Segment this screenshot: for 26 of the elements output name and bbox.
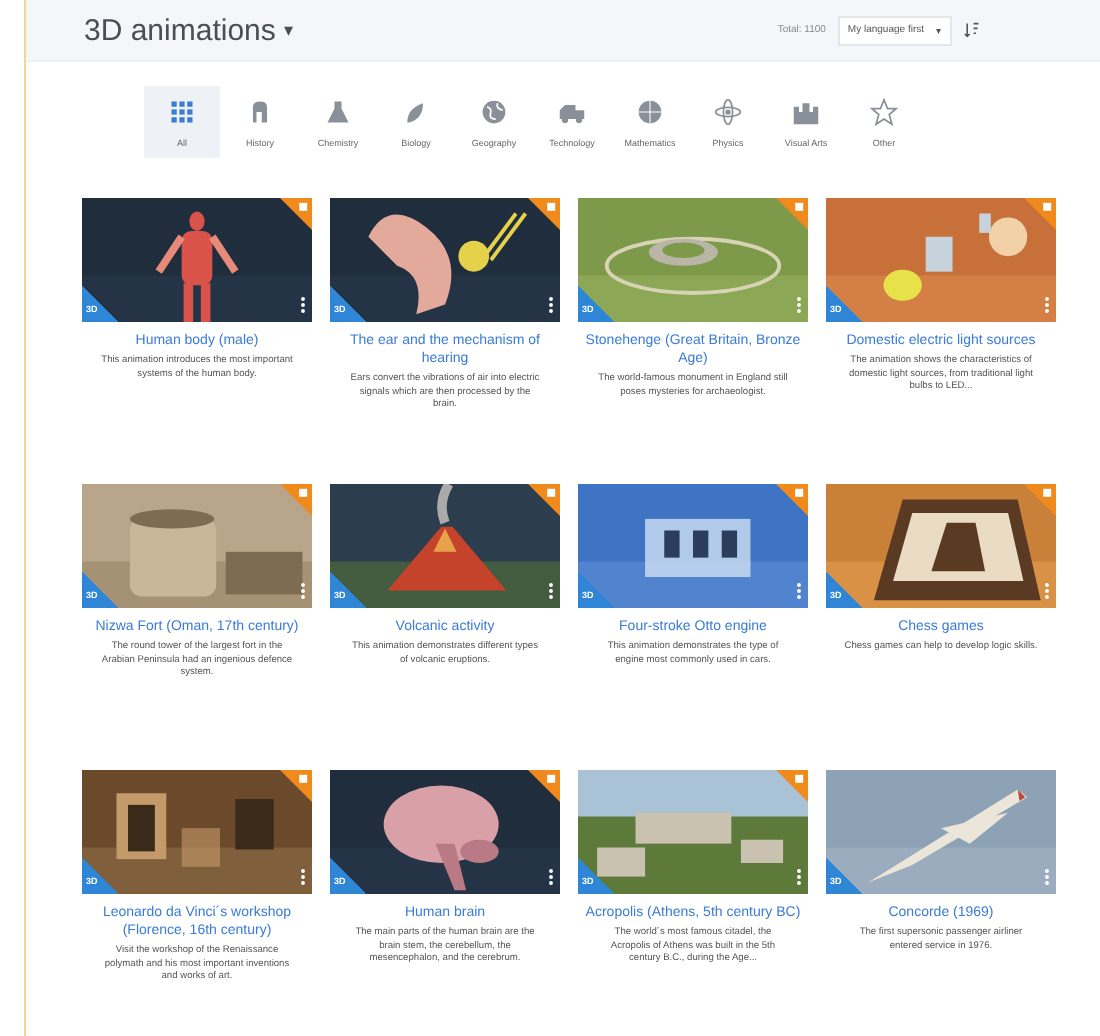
grid-icon (168, 97, 196, 125)
corner-badge-icon (1024, 198, 1056, 230)
title-dropdown-caret[interactable]: ▾ (283, 20, 294, 40)
globe-icon (480, 97, 508, 125)
building-icon (792, 97, 820, 125)
sphere-icon (636, 97, 664, 125)
more-options-icon[interactable] (548, 296, 554, 314)
corner-badge-icon (1024, 484, 1056, 516)
corner-badge-icon (776, 198, 808, 230)
corner-badge-icon (528, 484, 560, 516)
star-icon (870, 97, 898, 125)
more-options-icon[interactable] (300, 868, 306, 886)
sort-icon[interactable] (964, 22, 980, 38)
page-title: 3D animations (84, 13, 276, 47)
atom-icon (714, 97, 742, 125)
corner-badge-icon (280, 484, 312, 516)
more-options-icon[interactable] (548, 582, 554, 600)
corner-badge-icon (280, 198, 312, 230)
corner-badge-icon (776, 770, 808, 802)
flask-icon (324, 97, 352, 125)
more-options-icon[interactable] (300, 296, 306, 314)
corner-badge-icon (776, 484, 808, 516)
corner-badge-icon (528, 770, 560, 802)
more-options-icon[interactable] (548, 868, 554, 886)
corner-badge-icon (528, 198, 560, 230)
corner-badge-icon (280, 770, 312, 802)
